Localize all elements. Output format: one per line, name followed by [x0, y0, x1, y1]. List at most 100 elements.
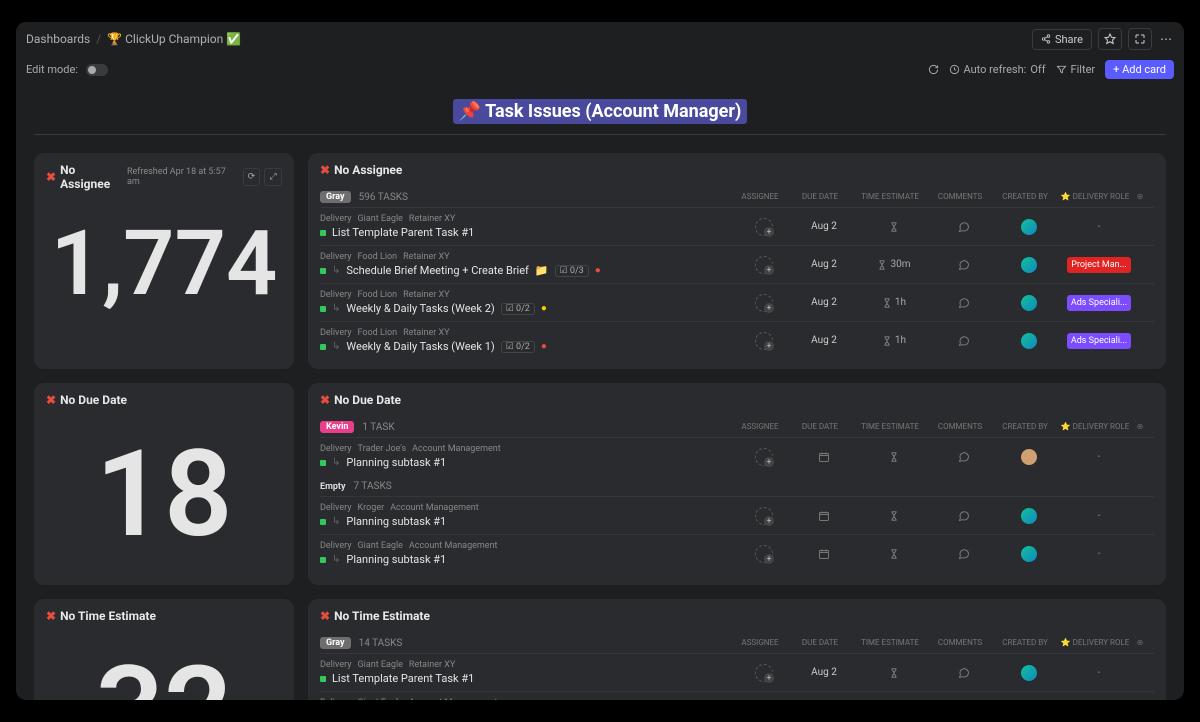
table-row[interactable]: DeliveryTrader Joe'sAccount Management ↳…	[320, 437, 1154, 475]
comments-cell[interactable]	[934, 451, 994, 463]
table-card-no-assignee: ✖No Assignee Gray 596 TASKS Assignee Due…	[308, 153, 1166, 369]
time-estimate-cell[interactable]: 1h	[854, 297, 934, 308]
due-date-cell[interactable]: Aug 2	[794, 297, 854, 308]
time-estimate-cell[interactable]	[854, 549, 934, 559]
time-estimate-cell[interactable]	[854, 668, 934, 678]
counter-card-no-due-date: ✖No Due Date 18	[34, 383, 294, 585]
delivery-role-cell[interactable]: -	[1064, 548, 1134, 559]
delivery-role-cell[interactable]: -	[1064, 510, 1134, 521]
table-row[interactable]: DeliveryKrogerAccount Management ↳Planni…	[320, 496, 1154, 534]
comments-cell[interactable]	[934, 259, 994, 271]
group-badge[interactable]: Empty	[320, 482, 346, 492]
time-estimate-cell[interactable]	[854, 511, 934, 521]
table-row[interactable]: DeliveryGiant EagleAccount Management ↳P…	[320, 534, 1154, 572]
time-estimate-cell[interactable]: 1h	[854, 335, 934, 346]
creator-avatar[interactable]	[1020, 448, 1038, 466]
group-badge[interactable]: Kevin	[320, 421, 354, 433]
x-icon: ✖	[46, 170, 56, 184]
due-date-cell[interactable]	[794, 510, 854, 522]
breadcrumb-title[interactable]: 🏆 ClickUp Champion ✅	[107, 32, 241, 46]
creator-avatar[interactable]	[1020, 218, 1038, 236]
page-title: 📌 Task Issues (Account Manager)	[453, 99, 748, 124]
share-icon	[1041, 34, 1051, 44]
column-settings[interactable]: ⊕	[1130, 422, 1150, 431]
comments-cell[interactable]	[934, 335, 994, 347]
refresh-card-button[interactable]: ⟳	[243, 168, 261, 186]
due-date-cell[interactable]: Aug 2	[794, 259, 854, 270]
more-icon: ⋯	[1160, 32, 1172, 46]
table-row[interactable]: DeliveryGiant EagleRetainer XY List Temp…	[320, 653, 1154, 691]
delivery-role-cell[interactable]: -	[1064, 451, 1134, 462]
time-estimate-cell[interactable]	[854, 222, 934, 232]
auto-refresh[interactable]: Auto refresh: Off	[949, 63, 1046, 76]
breadcrumb-root[interactable]: Dashboards	[26, 32, 90, 46]
assignee-empty[interactable]	[755, 294, 773, 312]
assignee-empty[interactable]	[755, 545, 773, 563]
expand-icon	[1134, 33, 1146, 45]
star-button[interactable]	[1098, 28, 1122, 50]
delivery-role-cell[interactable]: Ads Speciali...	[1064, 333, 1134, 349]
assignee-empty[interactable]	[755, 664, 773, 682]
status-dot	[320, 676, 326, 682]
share-button[interactable]: Share	[1032, 29, 1092, 50]
assignee-empty[interactable]	[755, 507, 773, 525]
creator-avatar[interactable]	[1020, 256, 1038, 274]
refresh-button[interactable]	[928, 64, 939, 75]
filter-button[interactable]: Filter	[1056, 63, 1096, 76]
assignee-empty[interactable]	[755, 218, 773, 236]
status-dot	[320, 344, 326, 350]
delivery-role-cell[interactable]: Ads Speciali...	[1064, 295, 1134, 311]
counter-value: 32	[46, 631, 282, 700]
comments-cell[interactable]	[934, 667, 994, 679]
group-badge[interactable]: Gray	[320, 637, 351, 649]
counter-card-no-assignee: ✖No Assignee Refreshed Apr 18 at 5:57 am…	[34, 153, 294, 369]
comments-cell[interactable]	[934, 297, 994, 309]
status-dot	[320, 460, 326, 466]
counter-card-no-time-estimate: ✖No Time Estimate 32	[34, 599, 294, 700]
time-estimate-cell[interactable]	[854, 452, 934, 462]
x-icon: ✖	[320, 609, 330, 623]
edit-mode-toggle[interactable]	[86, 64, 108, 76]
group-badge[interactable]: Gray	[320, 191, 351, 203]
add-card-button[interactable]: + Add card	[1105, 60, 1174, 79]
delivery-role-cell[interactable]: -	[1064, 221, 1134, 232]
counter-value: 1,774	[46, 199, 282, 329]
table-card-no-due-date: ✖No Due Date Kevin 1 TASK Assignee Due D…	[308, 383, 1166, 585]
column-settings[interactable]: ⊕	[1130, 638, 1150, 647]
assignee-empty[interactable]	[755, 332, 773, 350]
table-row[interactable]: DeliveryGiant EagleRetainer XY List Temp…	[320, 207, 1154, 245]
table-row[interactable]: DeliveryFood LionRetainer XY ↳Schedule B…	[320, 245, 1154, 283]
comments-cell[interactable]	[934, 548, 994, 560]
due-date-cell[interactable]: Aug 2	[794, 667, 854, 678]
comments-cell[interactable]	[934, 221, 994, 233]
status-dot	[320, 230, 326, 236]
x-icon: ✖	[46, 609, 56, 623]
creator-avatar[interactable]	[1020, 664, 1038, 682]
due-date-cell[interactable]: Aug 2	[794, 335, 854, 346]
assignee-empty[interactable]	[755, 448, 773, 466]
delivery-role-cell[interactable]: Project Man...	[1064, 257, 1134, 273]
time-estimate-cell[interactable]: 30m	[854, 259, 934, 270]
comments-cell[interactable]	[934, 510, 994, 522]
x-icon: ✖	[320, 393, 330, 407]
creator-avatar[interactable]	[1020, 507, 1038, 525]
expand-card-button[interactable]: ⤢	[264, 168, 282, 186]
column-settings[interactable]: ⊕	[1130, 192, 1150, 201]
creator-avatar[interactable]	[1020, 294, 1038, 312]
clock-icon	[949, 64, 960, 75]
status-dot	[320, 557, 326, 563]
assignee-empty[interactable]	[755, 256, 773, 274]
table-row[interactable]: DeliveryGiant EagleAccount Management Te…	[320, 691, 1154, 700]
creator-avatar[interactable]	[1020, 545, 1038, 563]
due-date-cell[interactable]	[794, 548, 854, 560]
table-row[interactable]: DeliveryFood LionRetainer XY ↳Weekly & D…	[320, 283, 1154, 321]
creator-avatar[interactable]	[1020, 332, 1038, 350]
due-date-cell[interactable]	[794, 451, 854, 463]
edit-mode-label: Edit mode:	[26, 63, 78, 76]
table-row[interactable]: DeliveryFood LionRetainer XY ↳Weekly & D…	[320, 321, 1154, 359]
more-button[interactable]: ⋯	[1158, 28, 1174, 50]
delivery-role-cell[interactable]: -	[1064, 667, 1134, 678]
expand-button[interactable]	[1128, 28, 1152, 50]
table-card-no-time-estimate: ✖No Time Estimate Gray 14 TASKS Assignee…	[308, 599, 1166, 700]
due-date-cell[interactable]: Aug 2	[794, 221, 854, 232]
